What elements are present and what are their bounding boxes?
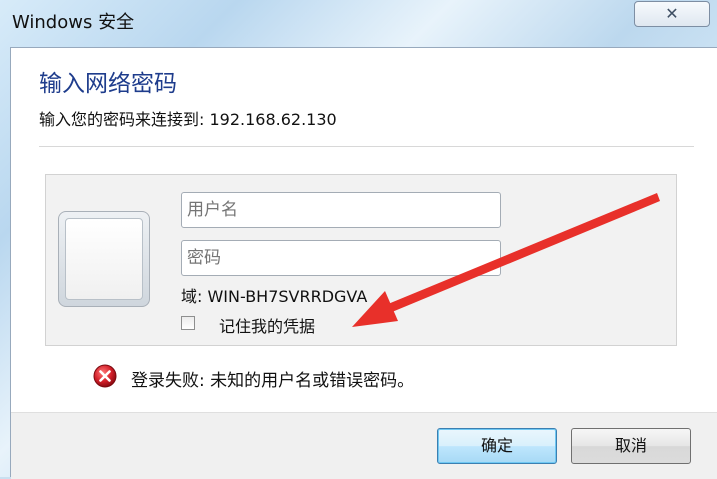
button-bar: 确定 取消 <box>11 412 717 479</box>
dialog-heading: 输入网络密码 <box>39 71 177 97</box>
username-input[interactable] <box>181 192 501 228</box>
remember-label: 记住我的凭据 <box>219 317 316 336</box>
separator <box>39 146 694 147</box>
window-title: Windows 安全 <box>12 12 135 33</box>
remember-checkbox[interactable] <box>181 316 195 330</box>
dialog-body: 输入网络密码 输入您的密码来连接到: 192.168.62.130 域: WIN… <box>10 47 717 479</box>
credential-tile: 域: WIN-BH7SVRRDGVA 记住我的凭据 <box>45 174 677 346</box>
close-button[interactable]: ✕ <box>634 1 710 27</box>
close-icon: ✕ <box>665 4 679 23</box>
connection-target-text: 输入您的密码来连接到: 192.168.62.130 <box>39 110 337 129</box>
error-message: 登录失败: 未知的用户名或错误密码。 <box>131 371 415 391</box>
title-bar: Windows 安全 ✕ <box>0 0 717 40</box>
ok-button[interactable]: 确定 <box>437 428 557 464</box>
password-input[interactable] <box>181 240 501 276</box>
avatar-frame <box>65 218 143 300</box>
dialog-window: Windows 安全 ✕ 输入网络密码 输入您的密码来连接到: 192.168.… <box>0 0 717 479</box>
cancel-button[interactable]: 取消 <box>571 428 691 464</box>
error-icon <box>93 364 117 388</box>
user-avatar-tile <box>58 211 150 307</box>
domain-label: 域: WIN-BH7SVRRDGVA <box>181 287 368 306</box>
